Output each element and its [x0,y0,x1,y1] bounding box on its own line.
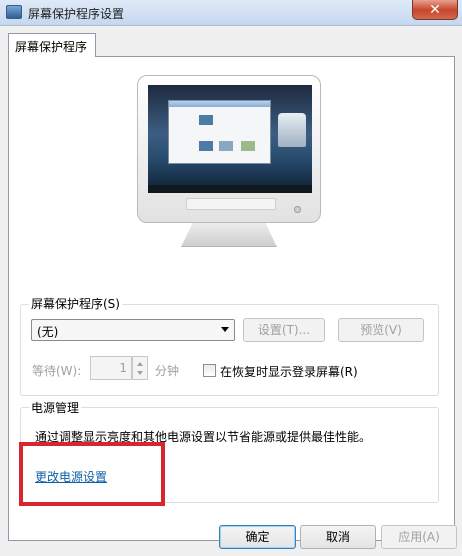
minutes-label: 分钟 [155,364,180,378]
monitor-bezel [137,75,321,223]
wait-minutes-stepper[interactable] [132,356,148,380]
window-title: 屏幕保护程序设置 [28,7,125,21]
screensaver-select-value: (无) [37,325,59,339]
monitor-power-icon [294,206,301,213]
power-group-label: 电源管理 [29,399,82,416]
chevron-down-icon [221,327,229,332]
arrow-up-icon [137,362,143,366]
preview-button[interactable]: 预览(V) [338,318,424,342]
preview-window [168,100,271,164]
wait-minutes-input[interactable]: 1 [90,356,132,380]
apply-button[interactable]: 应用(A) [381,525,457,549]
tab-screensaver[interactable]: 屏幕保护程序 [8,33,96,57]
resume-login-label[interactable]: 在恢复时显示登录屏幕(R) [220,363,358,380]
annotation-highlight-box [19,442,165,506]
monitor-slot [186,198,276,210]
cancel-button[interactable]: 取消 [300,525,376,549]
close-button[interactable]: ✕ [412,0,458,20]
desktop-wallpaper-ship [278,113,306,147]
arrow-down-icon [137,371,143,375]
display-settings-icon [6,5,22,19]
preview-taskbar [148,185,312,193]
settings-button[interactable]: 设置(T)... [243,318,325,342]
ok-button[interactable]: 确定 [219,525,296,549]
monitor-stand [181,223,277,247]
monitor-preview [137,75,321,250]
preview-screen [148,85,312,193]
wait-label: 等待(W): [32,364,82,378]
screensaver-group-label: 屏幕保护程序(S) [29,295,122,312]
resume-login-checkbox[interactable] [203,364,216,377]
screensaver-select[interactable]: (无) [31,319,235,341]
title-bar: 屏幕保护程序设置 ✕ [0,0,462,26]
